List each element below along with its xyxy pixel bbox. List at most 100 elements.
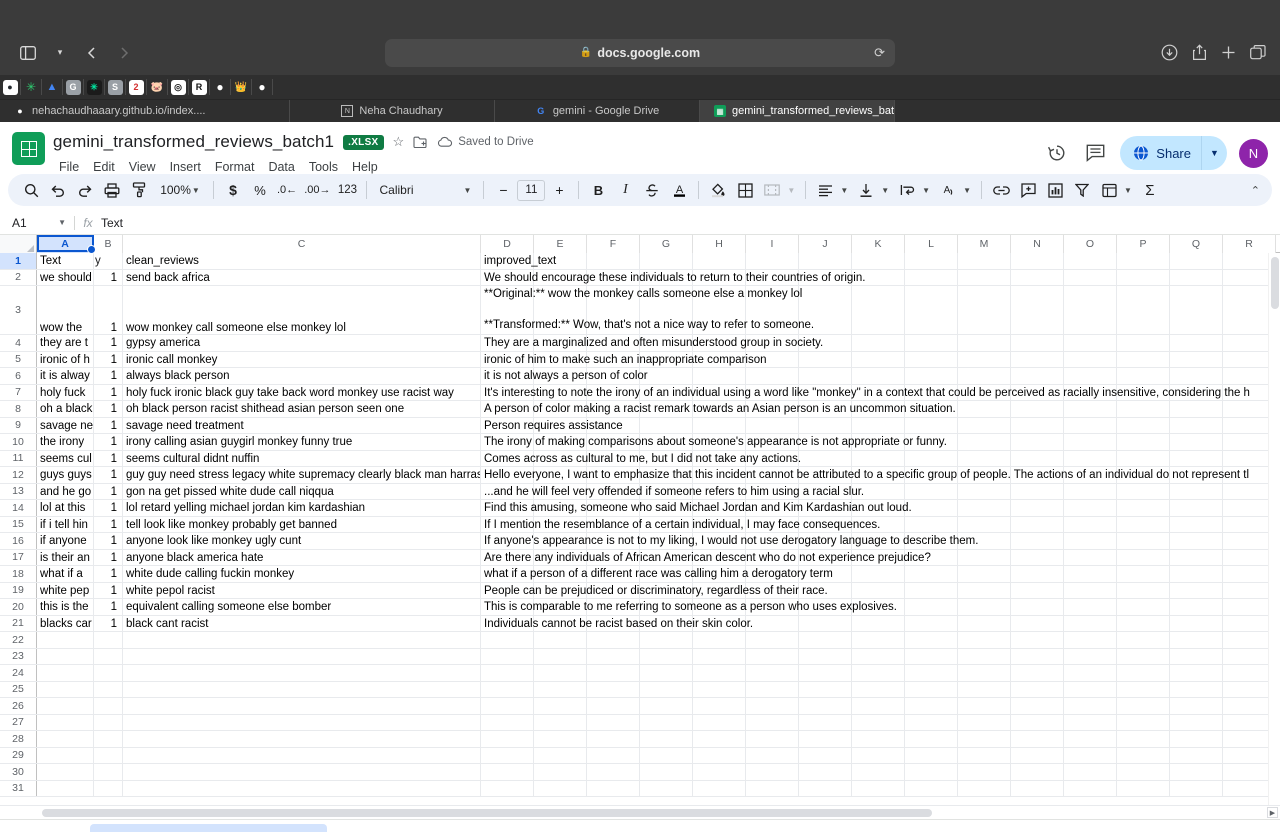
cell-M1[interactable] [958, 253, 1011, 270]
cell-J14[interactable] [799, 500, 852, 517]
row-header-10[interactable]: 10 [0, 434, 37, 450]
cell-N16[interactable] [1011, 533, 1064, 550]
cell-H12[interactable] [693, 467, 746, 484]
cell-Q15[interactable] [1170, 516, 1223, 533]
decrease-decimal-icon[interactable]: .0← [274, 177, 300, 203]
cell-H7[interactable] [693, 384, 746, 401]
share-dropdown-button[interactable]: ▼ [1201, 136, 1227, 170]
pig-bookmark-icon[interactable]: 🐷 [147, 79, 168, 95]
cell-F21[interactable] [587, 615, 640, 632]
cell-B7[interactable]: 1 [94, 384, 123, 401]
cell-D17[interactable] [481, 549, 534, 566]
cell-N30[interactable] [1011, 764, 1064, 781]
cell-K27[interactable] [852, 714, 905, 731]
bold-button[interactable]: B [585, 177, 611, 203]
cell-P27[interactable] [1117, 714, 1170, 731]
cell-K31[interactable] [852, 780, 905, 797]
cell-P11[interactable] [1117, 450, 1170, 467]
cell-I18[interactable] [746, 566, 799, 583]
cell-D10[interactable] [481, 434, 534, 451]
cell-E21[interactable] [534, 615, 587, 632]
cell-J18[interactable] [799, 566, 852, 583]
cell-L28[interactable] [905, 731, 958, 748]
cell-P12[interactable] [1117, 467, 1170, 484]
cell-D27[interactable] [481, 714, 534, 731]
cell-M19[interactable] [958, 582, 1011, 599]
cell-M7[interactable] [958, 384, 1011, 401]
cell-J31[interactable] [799, 780, 852, 797]
strikethrough-icon[interactable] [639, 177, 665, 203]
cell-E24[interactable] [534, 665, 587, 682]
cell-C24[interactable] [123, 665, 481, 682]
cell-O11[interactable] [1064, 450, 1117, 467]
table-row[interactable]: 1 Text y clean_reviews improved_text [0, 253, 1280, 270]
cell-H19[interactable] [693, 582, 746, 599]
cell-M14[interactable] [958, 500, 1011, 517]
table-row[interactable]: 30 [0, 764, 1280, 781]
cell-Q19[interactable] [1170, 582, 1223, 599]
cell-O30[interactable] [1064, 764, 1117, 781]
cell-H8[interactable] [693, 401, 746, 418]
cell-J21[interactable] [799, 615, 852, 632]
cell-C16[interactable]: anyone look like monkey ugly cunt [123, 533, 481, 550]
cell-J7[interactable] [799, 384, 852, 401]
cell-M20[interactable] [958, 599, 1011, 616]
cell-A15[interactable]: if i tell hin [37, 516, 94, 533]
cell-C30[interactable] [123, 764, 481, 781]
column-header-C[interactable]: C [123, 235, 481, 253]
cell-M31[interactable] [958, 780, 1011, 797]
cell-Q24[interactable] [1170, 665, 1223, 682]
column-header-P[interactable]: P [1117, 235, 1170, 253]
select-all-corner[interactable] [0, 235, 37, 253]
two-bookmark-icon[interactable]: 2 [126, 79, 147, 95]
cell-G16[interactable] [640, 533, 693, 550]
cell-D29[interactable] [481, 747, 534, 764]
cell-L13[interactable] [905, 483, 958, 500]
search-icon[interactable] [18, 177, 44, 203]
row-header-15[interactable]: 15 [0, 516, 37, 532]
cell-P2[interactable] [1117, 269, 1170, 286]
cell-C13[interactable]: gon na get pissed white dude call niqqua [123, 483, 481, 500]
cell-J5[interactable] [799, 351, 852, 368]
github-bookmark-icon-2[interactable]: ● [210, 79, 231, 95]
google-bookmark-icon[interactable]: G [63, 79, 84, 95]
column-header-E[interactable]: E [534, 235, 587, 253]
column-header-L[interactable]: L [905, 235, 958, 253]
cell-B13[interactable]: 1 [94, 483, 123, 500]
cell-F2[interactable] [587, 269, 640, 286]
table-row[interactable]: 26 [0, 698, 1280, 715]
cell-P22[interactable] [1117, 632, 1170, 649]
cell-C15[interactable]: tell look like monkey probably get banne… [123, 516, 481, 533]
cell-I22[interactable] [746, 632, 799, 649]
row-header-22[interactable]: 22 [0, 632, 37, 648]
cell-P29[interactable] [1117, 747, 1170, 764]
sheet-tab-active[interactable]: gemini_transformed_reviews_batc ▼ [90, 823, 328, 832]
cell-B27[interactable] [94, 714, 123, 731]
cell-N31[interactable] [1011, 780, 1064, 797]
cell-C27[interactable] [123, 714, 481, 731]
cell-F17[interactable] [587, 549, 640, 566]
cell-B3[interactable]: 1 [94, 286, 123, 335]
column-header-R[interactable]: R [1223, 235, 1276, 253]
cell-N22[interactable] [1011, 632, 1064, 649]
row-header-8[interactable]: 8 [0, 401, 37, 417]
column-header-B[interactable]: B [94, 235, 123, 253]
github-bookmark-icon[interactable]: ● [0, 79, 21, 95]
cell-H15[interactable] [693, 516, 746, 533]
cell-B6[interactable]: 1 [94, 368, 123, 385]
cell-L31[interactable] [905, 780, 958, 797]
percent-icon[interactable]: % [247, 177, 273, 203]
cell-P23[interactable] [1117, 648, 1170, 665]
cell-O9[interactable] [1064, 417, 1117, 434]
cell-C21[interactable]: black cant racist [123, 615, 481, 632]
address-bar[interactable]: 🔒 docs.google.com ⟳ [385, 38, 895, 67]
cell-Q23[interactable] [1170, 648, 1223, 665]
cell-Q9[interactable] [1170, 417, 1223, 434]
cell-K18[interactable] [852, 566, 905, 583]
create-filter-icon[interactable] [1069, 177, 1095, 203]
cell-B4[interactable]: 1 [94, 335, 123, 352]
cell-I30[interactable] [746, 764, 799, 781]
cell-Q7[interactable] [1170, 384, 1223, 401]
column-header-Q[interactable]: Q [1170, 235, 1223, 253]
cell-M5[interactable] [958, 351, 1011, 368]
